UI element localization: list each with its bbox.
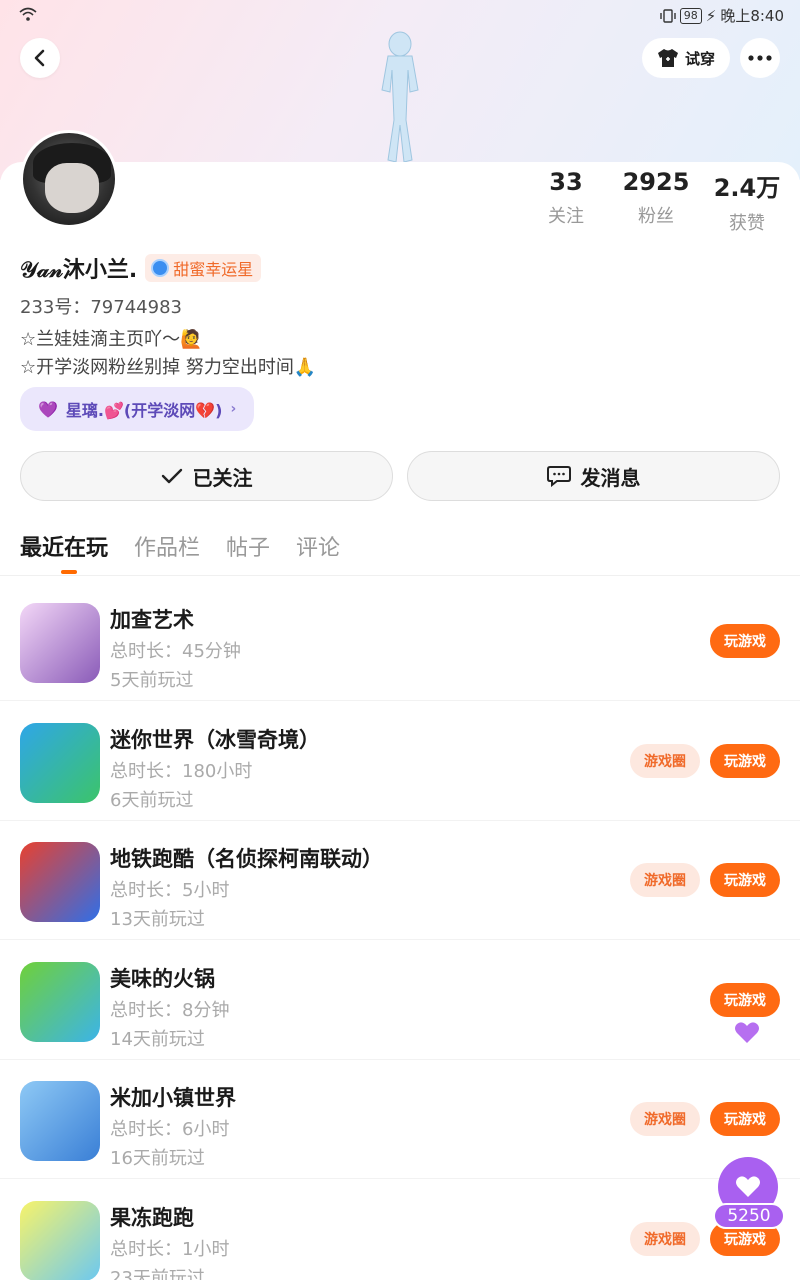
user-avatar[interactable] bbox=[20, 130, 118, 228]
game-title: 加查艺术 bbox=[110, 608, 194, 632]
vibrate-icon bbox=[660, 8, 676, 23]
game-icon[interactable] bbox=[20, 722, 100, 803]
game-row[interactable]: 美味的火锅总时长：8分钟 14天前玩过 玩游戏 bbox=[0, 941, 800, 1060]
play-game-button[interactable]: 玩游戏 bbox=[710, 743, 780, 778]
tab-comments[interactable]: 评论 bbox=[296, 530, 340, 562]
group-tag[interactable]: 💜 星璃.💕(开学淡网💔) › bbox=[20, 387, 255, 431]
game-duration: 总时长：45分钟 bbox=[110, 641, 241, 662]
game-icon[interactable] bbox=[20, 603, 100, 683]
game-circle-button[interactable]: 游戏圈 bbox=[630, 863, 700, 897]
game-last-played: 14天前玩过 bbox=[110, 1028, 205, 1050]
more-options-button[interactable] bbox=[740, 38, 780, 78]
tab-posts[interactable]: 帖子 bbox=[226, 530, 270, 562]
game-duration: 总时长：8分钟 bbox=[110, 999, 230, 1021]
chevron-left-icon bbox=[34, 49, 45, 67]
game-row[interactable]: 米加小镇世界 总时长：6小时 16天前玩过 游戏圈 玩游戏 bbox=[0, 1060, 800, 1179]
game-row[interactable]: 果冻跑跑 总时长：1小时 23天前玩过 游戏圈 玩游戏 bbox=[0, 1180, 800, 1280]
play-game-button[interactable]: 玩游戏 bbox=[710, 982, 780, 1017]
message-button[interactable]: 发消息 bbox=[407, 451, 780, 501]
game-title: 米加小镇世界 bbox=[110, 1086, 236, 1110]
user-id: 233号：79744983 bbox=[20, 297, 182, 318]
user-name: 𝒴𝒶𝓃沐小兰. bbox=[20, 258, 138, 283]
game-last-played: 16天前玩过 bbox=[110, 1148, 205, 1169]
game-title: 美味的火锅 bbox=[110, 966, 215, 991]
try-on-label: 试穿 bbox=[684, 49, 715, 68]
stat-likes[interactable]: 2.4万 获赞 bbox=[700, 168, 800, 235]
game-title: 果冻跑跑 bbox=[110, 1205, 194, 1230]
clock: 晚上8:40 bbox=[720, 7, 784, 25]
game-icon[interactable] bbox=[20, 1200, 100, 1280]
game-circle-button[interactable]: 游戏圈 bbox=[630, 1221, 700, 1256]
stat-following[interactable]: 33 关注 bbox=[520, 168, 612, 235]
game-row[interactable]: 地铁跑酷（名侦探柯南联动） 总时长：5小时 13天前玩过 游戏圈 玩游戏 bbox=[0, 821, 800, 940]
badge-star-icon bbox=[151, 259, 170, 277]
game-duration: 总时长：180小时 bbox=[110, 760, 253, 782]
game-duration: 总时长：6小时 bbox=[110, 1119, 230, 1140]
charging-icon: ⚡ bbox=[705, 6, 717, 25]
play-game-button[interactable]: 玩游戏 bbox=[710, 1102, 780, 1136]
heart-icon bbox=[736, 1176, 760, 1197]
game-duration: 总时长：1小时 bbox=[110, 1238, 230, 1260]
game-last-played: 13天前玩过 bbox=[110, 909, 205, 930]
tab-recently-played[interactable]: 最近在玩 bbox=[20, 530, 108, 574]
user-bio: ☆兰娃娃滴主页吖～🙋 ☆开学淡网粉丝别掉 努力空出时间🙏 bbox=[20, 326, 316, 382]
tab-works[interactable]: 作品栏 bbox=[134, 530, 200, 562]
game-last-played: 6天前玩过 bbox=[110, 789, 194, 811]
profile-tabs: 最近在玩 作品栏 帖子 评论 bbox=[20, 530, 340, 574]
shirt-icon bbox=[657, 49, 678, 67]
status-bar: 98 ⚡ 晚上8:40 bbox=[0, 0, 800, 32]
tab-divider bbox=[0, 575, 800, 576]
stat-followers[interactable]: 2925 粉丝 bbox=[612, 168, 700, 235]
battery-indicator: 98 bbox=[679, 7, 702, 24]
check-icon bbox=[161, 468, 182, 484]
game-circle-button[interactable]: 游戏圈 bbox=[630, 743, 700, 778]
game-last-played: 23天前玩过 bbox=[110, 1267, 205, 1280]
try-on-button[interactable]: 试穿 bbox=[642, 38, 730, 78]
game-title: 迷你世界（冰雪奇境） bbox=[110, 727, 320, 752]
floating-like-count: 5250 bbox=[713, 1203, 785, 1229]
chat-bubble-icon bbox=[546, 466, 571, 487]
bio-line-1: ☆兰娃娃滴主页吖～🙋 bbox=[20, 329, 203, 350]
avatar-3d-figure bbox=[381, 31, 419, 163]
game-icon[interactable] bbox=[20, 1081, 100, 1161]
back-button[interactable] bbox=[20, 38, 60, 78]
game-row[interactable]: 加查艺术总时长：45分钟 5天前玩过 玩游戏 bbox=[0, 582, 800, 701]
chevron-right-icon: › bbox=[230, 401, 237, 417]
wifi-icon bbox=[19, 7, 37, 21]
follow-button[interactable]: 已关注 bbox=[20, 451, 393, 501]
bio-line-2: ☆开学淡网粉丝别掉 努力空出时间🙏 bbox=[20, 357, 317, 378]
game-circle-button[interactable]: 游戏圈 bbox=[630, 1102, 700, 1136]
game-last-played: 5天前玩过 bbox=[110, 670, 194, 691]
game-title: 地铁跑酷（名侦探柯南联动） bbox=[110, 847, 383, 871]
game-duration: 总时长：5小时 bbox=[110, 880, 230, 901]
user-badge[interactable]: 甜蜜幸运星 bbox=[145, 254, 262, 282]
game-row[interactable]: 迷你世界（冰雪奇境） 总时长：180小时 6天前玩过 游戏圈 玩游戏 bbox=[0, 702, 800, 821]
profile-stats: 33 关注 2925 粉丝 2.4万 获赞 bbox=[520, 168, 800, 235]
more-dots-icon bbox=[748, 55, 772, 61]
play-game-button[interactable]: 玩游戏 bbox=[710, 624, 780, 658]
hearts-icon: 💜 bbox=[38, 399, 58, 419]
heart-icon bbox=[735, 1021, 759, 1043]
play-game-button[interactable]: 玩游戏 bbox=[710, 863, 780, 897]
game-icon[interactable] bbox=[20, 842, 100, 922]
name-row: 𝒴𝒶𝓃沐小兰. 甜蜜幸运星 bbox=[20, 252, 262, 284]
game-icon[interactable] bbox=[20, 961, 100, 1042]
